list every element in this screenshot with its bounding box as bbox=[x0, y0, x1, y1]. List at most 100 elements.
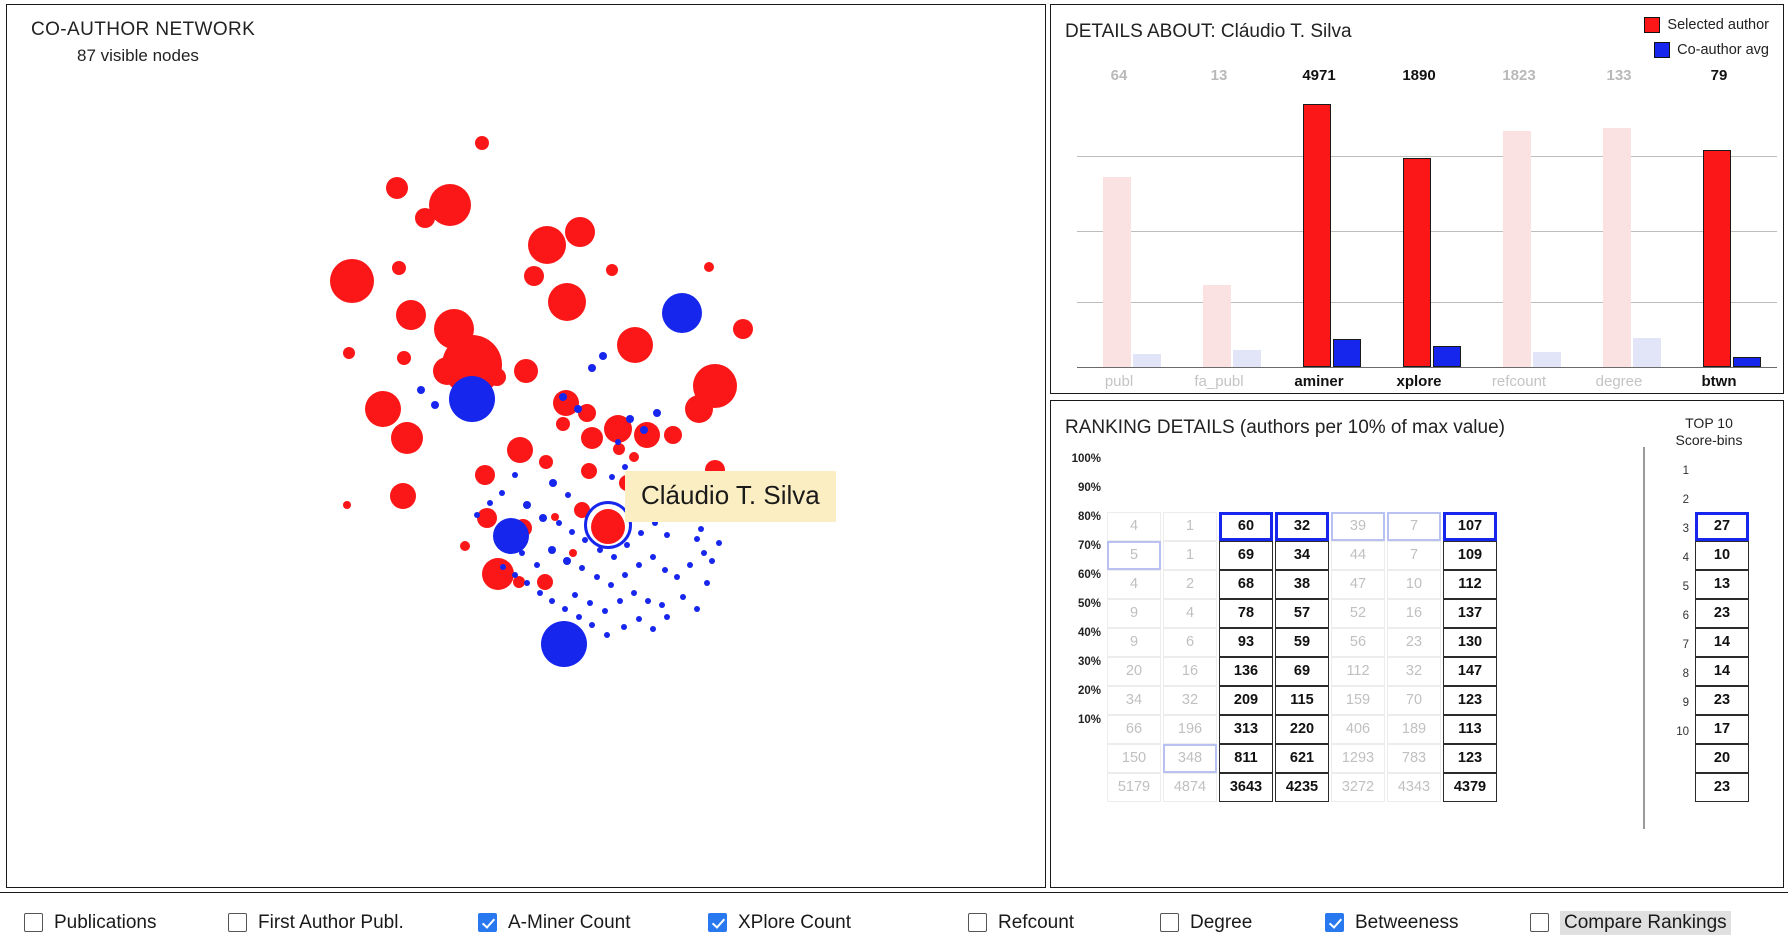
rank-cell[interactable]: 17 bbox=[1695, 715, 1749, 744]
network-node[interactable] bbox=[449, 376, 495, 422]
rank-cell[interactable]: 34 bbox=[1275, 541, 1329, 570]
rank-cell[interactable]: 32 bbox=[1275, 512, 1329, 541]
network-node[interactable] bbox=[709, 558, 715, 564]
network-node[interactable] bbox=[548, 283, 586, 321]
network-node[interactable] bbox=[559, 393, 567, 401]
network-node[interactable] bbox=[488, 368, 506, 386]
network-node[interactable] bbox=[664, 532, 670, 538]
checkbox-icon[interactable] bbox=[708, 913, 727, 932]
rank-cell[interactable]: 6 bbox=[1163, 628, 1217, 657]
rank-cell[interactable]: 783 bbox=[1387, 744, 1441, 773]
network-node[interactable] bbox=[537, 590, 543, 596]
toggle-degree[interactable]: Degree bbox=[1160, 912, 1252, 934]
network-node[interactable] bbox=[716, 540, 722, 546]
network-node[interactable] bbox=[576, 614, 582, 620]
network-node[interactable] bbox=[549, 598, 555, 604]
network-node[interactable] bbox=[664, 426, 682, 444]
rank-cell[interactable]: 2 bbox=[1163, 570, 1217, 599]
rank-cell[interactable]: 44 bbox=[1331, 541, 1385, 570]
network-node[interactable] bbox=[392, 261, 406, 275]
network-node[interactable] bbox=[650, 626, 656, 632]
network-node[interactable] bbox=[581, 463, 597, 479]
network-graph-canvas[interactable] bbox=[7, 5, 1045, 887]
network-node[interactable] bbox=[499, 490, 505, 496]
rank-cell[interactable]: 1 bbox=[1163, 541, 1217, 570]
rank-cell[interactable]: 57 bbox=[1275, 599, 1329, 628]
network-node[interactable] bbox=[365, 391, 401, 427]
rank-cell[interactable]: 7 bbox=[1387, 541, 1441, 570]
network-node[interactable] bbox=[704, 262, 714, 272]
toggle-publications[interactable]: Publications bbox=[24, 912, 156, 934]
network-node[interactable] bbox=[415, 208, 435, 228]
network-node[interactable] bbox=[694, 606, 700, 612]
checkbox-icon[interactable] bbox=[1530, 913, 1549, 932]
network-node[interactable] bbox=[617, 598, 623, 604]
network-node[interactable] bbox=[701, 550, 707, 556]
rank-cell[interactable]: 109 bbox=[1443, 541, 1497, 570]
rank-cell[interactable]: 38 bbox=[1275, 570, 1329, 599]
network-node[interactable] bbox=[622, 572, 628, 578]
rank-cell[interactable]: 4379 bbox=[1443, 773, 1497, 802]
rank-cell[interactable]: 10 bbox=[1695, 541, 1749, 570]
rank-cell[interactable]: 113 bbox=[1443, 715, 1497, 744]
checkbox-icon[interactable] bbox=[228, 913, 247, 932]
network-node[interactable] bbox=[608, 582, 614, 588]
network-node[interactable] bbox=[512, 572, 518, 578]
rank-cell[interactable]: 4235 bbox=[1275, 773, 1329, 802]
network-node[interactable] bbox=[650, 554, 656, 560]
rank-cell[interactable]: 69 bbox=[1275, 657, 1329, 686]
toggle-a-miner-count[interactable]: A-Miner Count bbox=[478, 912, 631, 934]
network-node[interactable] bbox=[653, 409, 661, 417]
rank-cell[interactable]: 47 bbox=[1331, 570, 1385, 599]
rank-cell[interactable]: 32 bbox=[1163, 686, 1217, 715]
co-author-network-panel[interactable]: CO-AUTHOR NETWORK 87 visible nodes Cláud… bbox=[6, 4, 1046, 888]
ranking-grid[interactable]: publ454992034661505179fa_publ11246163219… bbox=[1051, 457, 1785, 921]
rank-cell[interactable]: 66 bbox=[1107, 715, 1161, 744]
network-node[interactable] bbox=[587, 600, 593, 606]
toggle-xplore-count[interactable]: XPlore Count bbox=[708, 912, 851, 934]
network-node[interactable] bbox=[397, 351, 411, 365]
rank-cell[interactable]: 20 bbox=[1107, 657, 1161, 686]
toggle-first-author-publ[interactable]: First Author Publ. bbox=[228, 912, 404, 934]
rank-cell[interactable]: 220 bbox=[1275, 715, 1329, 744]
rank-cell[interactable]: 60 bbox=[1219, 512, 1273, 541]
network-node[interactable] bbox=[431, 401, 439, 409]
toggle-compare-rankings[interactable]: Compare Rankings bbox=[1530, 910, 1731, 935]
network-node[interactable] bbox=[694, 536, 700, 542]
checkbox-icon[interactable] bbox=[968, 913, 987, 932]
checkbox-icon[interactable] bbox=[1160, 913, 1179, 932]
rank-cell[interactable]: 196 bbox=[1163, 715, 1217, 744]
network-node[interactable] bbox=[556, 520, 562, 526]
network-node[interactable] bbox=[386, 177, 408, 199]
rank-cell[interactable]: 137 bbox=[1443, 599, 1497, 628]
rank-cell[interactable]: 34 bbox=[1107, 686, 1161, 715]
network-node[interactable] bbox=[330, 259, 374, 303]
network-node[interactable] bbox=[537, 574, 553, 590]
rank-cell[interactable]: 23 bbox=[1695, 686, 1749, 715]
rank-cell[interactable]: 20 bbox=[1695, 744, 1749, 773]
network-node[interactable] bbox=[556, 417, 570, 431]
rank-cell[interactable]: 78 bbox=[1219, 599, 1273, 628]
network-node[interactable] bbox=[523, 501, 531, 509]
rank-cell[interactable]: 107 bbox=[1443, 512, 1497, 541]
network-node[interactable] bbox=[622, 464, 628, 470]
network-node[interactable] bbox=[624, 542, 630, 548]
network-node[interactable] bbox=[589, 622, 595, 628]
network-node[interactable] bbox=[500, 564, 506, 570]
network-node[interactable] bbox=[563, 557, 571, 565]
network-node[interactable] bbox=[549, 479, 557, 487]
network-node[interactable] bbox=[524, 266, 544, 286]
rank-cell[interactable]: 9 bbox=[1107, 628, 1161, 657]
network-node[interactable] bbox=[548, 546, 556, 554]
rank-cell[interactable]: 313 bbox=[1219, 715, 1273, 744]
network-node[interactable] bbox=[659, 602, 665, 608]
network-node[interactable] bbox=[634, 422, 660, 448]
network-node[interactable] bbox=[604, 632, 610, 638]
rank-cell[interactable]: 112 bbox=[1331, 657, 1385, 686]
rank-cell[interactable]: 68 bbox=[1219, 570, 1273, 599]
rank-cell[interactable]: 14 bbox=[1695, 657, 1749, 686]
network-node[interactable] bbox=[640, 426, 648, 434]
network-node[interactable] bbox=[569, 529, 575, 535]
rank-cell[interactable]: 621 bbox=[1275, 744, 1329, 773]
rank-cell[interactable]: 7 bbox=[1387, 512, 1441, 541]
